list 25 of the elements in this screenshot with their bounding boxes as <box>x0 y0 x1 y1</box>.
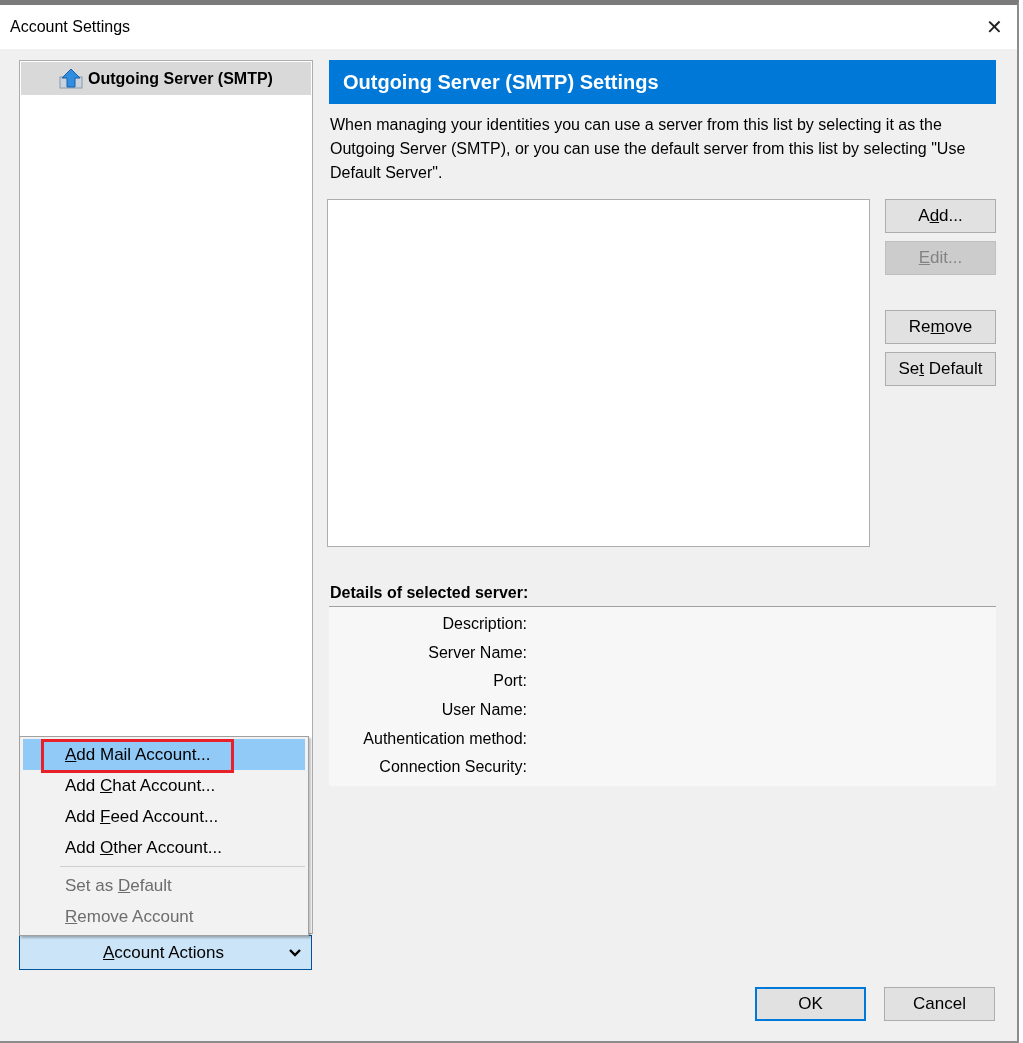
detail-label: Description: <box>441 615 527 634</box>
tree-item[interactable]: Outgoing Server (SMTP) <box>21 62 311 95</box>
server-button[interactable]: Set Default <box>885 352 996 386</box>
detail-label: Server Name: <box>427 643 527 662</box>
menu-item[interactable]: Add Other Account... <box>23 832 305 863</box>
description-text: When managing your identities you can use a server from this list by selecting it as the Outgoing Server (SMTP), or you can use the default server from this list by selecting "Use Default Server". <box>330 115 967 183</box>
detail-label: User Name: <box>440 701 527 720</box>
account-actions-button[interactable]: Account Actions <box>19 935 312 970</box>
dialog-button[interactable]: Cancel <box>884 987 995 1021</box>
menu-item[interactable]: Add Mail Account... <box>23 739 305 770</box>
chevron-down-icon <box>289 948 301 957</box>
dialog-button[interactable]: OK <box>755 987 866 1021</box>
detail-label: Connection Security: <box>378 758 527 777</box>
close-button[interactable]: ✕ <box>971 5 1017 49</box>
detail-label: Authentication method: <box>362 729 527 748</box>
menu-item[interactable]: Add Chat Account... <box>23 770 305 801</box>
menu-item[interactable]: Add Feed Account... <box>23 801 305 832</box>
upload-server-icon <box>59 67 84 90</box>
detail-label: Port: <box>492 672 527 691</box>
panel-heading: Outgoing Server (SMTP) Settings <box>329 60 996 104</box>
server-button[interactable]: Add... <box>885 199 996 233</box>
window-title: Account Settings <box>10 18 131 36</box>
details-heading: Details of selected server: <box>330 584 530 602</box>
server-list[interactable] <box>327 199 870 547</box>
server-button[interactable]: Remove <box>885 310 996 344</box>
